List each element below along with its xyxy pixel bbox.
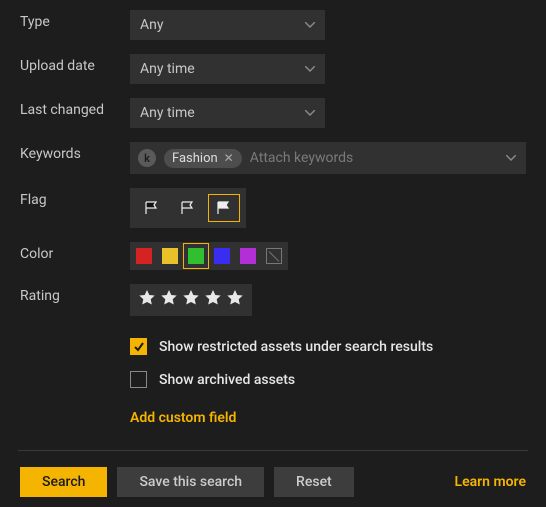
upload-date-select[interactable]: Any time: [130, 54, 325, 84]
star-2[interactable]: [160, 289, 178, 311]
flag-outline-button[interactable]: [172, 194, 204, 222]
last-changed-label: Last changed: [20, 98, 130, 118]
star-icon: [182, 289, 200, 307]
divider: [18, 450, 528, 451]
remove-tag-icon[interactable]: ✕: [224, 151, 234, 165]
flag-label: Flag: [20, 188, 130, 208]
flag-white-button[interactable]: [208, 194, 240, 222]
chevron-down-icon: [305, 22, 315, 28]
chevron-down-icon: [506, 155, 516, 161]
flag-black-button[interactable]: [136, 194, 168, 222]
keyword-tag[interactable]: Fashion ✕: [164, 149, 242, 168]
learn-more-link[interactable]: Learn more: [455, 474, 526, 490]
color-swatch-blue[interactable]: [214, 248, 230, 264]
color-group: [130, 242, 288, 270]
flag-group: [130, 188, 246, 228]
add-custom-field-link[interactable]: Add custom field: [130, 410, 236, 426]
keywords-input[interactable]: k Fashion ✕ Attach keywords: [130, 142, 526, 174]
flag-icon: [180, 200, 196, 216]
archived-label: Show archived assets: [159, 372, 295, 388]
star-4[interactable]: [204, 289, 222, 311]
search-button[interactable]: Search: [20, 467, 107, 497]
star-1[interactable]: [138, 289, 156, 311]
rating-label: Rating: [20, 284, 130, 304]
archived-checkbox[interactable]: [130, 371, 147, 388]
color-swatch-red[interactable]: [136, 248, 152, 264]
keywords-label: Keywords: [20, 142, 130, 162]
color-swatch-yellow[interactable]: [162, 248, 178, 264]
keywords-placeholder: Attach keywords: [250, 150, 353, 166]
color-label: Color: [20, 242, 130, 262]
restricted-checkbox[interactable]: [130, 338, 147, 355]
upload-date-label: Upload date: [20, 54, 130, 74]
check-icon: [133, 341, 145, 353]
restricted-label: Show restricted assets under search resu…: [159, 339, 433, 355]
star-icon: [226, 289, 244, 307]
type-select[interactable]: Any: [130, 10, 325, 40]
flag-icon: [216, 200, 232, 216]
chevron-down-icon: [305, 110, 315, 116]
last-changed-select[interactable]: Any time: [130, 98, 325, 128]
flag-icon: [144, 200, 160, 216]
type-select-value: Any: [140, 17, 164, 33]
color-swatch-none[interactable]: [266, 248, 282, 264]
star-3[interactable]: [182, 289, 200, 311]
reset-button[interactable]: Reset: [274, 467, 354, 497]
save-search-button[interactable]: Save this search: [117, 467, 264, 497]
star-icon: [204, 289, 222, 307]
type-label: Type: [20, 10, 130, 30]
star-icon: [160, 289, 178, 307]
color-swatch-green[interactable]: [188, 248, 204, 264]
keywords-badge-icon: k: [138, 149, 156, 167]
star-5[interactable]: [226, 289, 244, 311]
rating-stars: [130, 284, 252, 316]
keyword-tag-text: Fashion: [172, 151, 218, 166]
last-changed-value: Any time: [140, 105, 195, 121]
color-swatch-purple[interactable]: [240, 248, 256, 264]
upload-date-value: Any time: [140, 61, 195, 77]
star-icon: [138, 289, 156, 307]
chevron-down-icon: [305, 66, 315, 72]
